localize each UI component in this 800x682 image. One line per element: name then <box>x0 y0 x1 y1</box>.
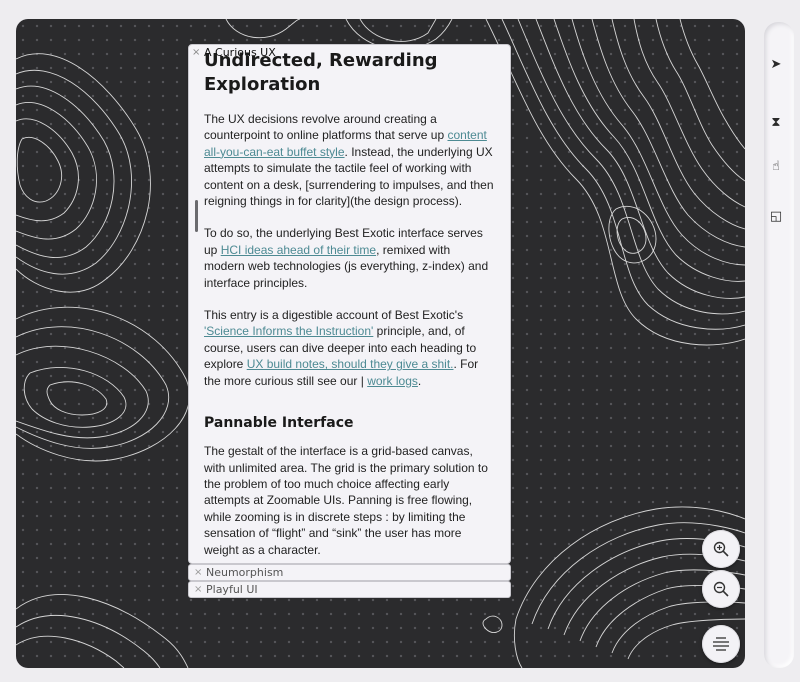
panel-tab[interactable]: × A Curious UX <box>189 45 276 61</box>
panel-body: Undirected, Rewarding Exploration The UX… <box>204 45 504 563</box>
tab-label: Playful UI <box>206 583 258 596</box>
text-bar: | <box>360 373 364 388</box>
link-science-informs[interactable]: 'Science Informs the Instruction' <box>204 324 373 338</box>
tab-label: Neumorphism <box>206 566 284 579</box>
link-hci-ideas[interactable]: HCI ideas ahead of their time <box>221 243 376 257</box>
paragraph-3: This entry is a digestible account of Be… <box>204 307 494 389</box>
tab-playful-ui[interactable]: × Playful UI <box>188 581 511 598</box>
paragraph-4: The gestalt of the interface is a grid-b… <box>204 444 488 557</box>
cursor-icon[interactable]: ➤ <box>764 52 788 76</box>
text: . <box>417 373 422 388</box>
link-work-logs[interactable]: work logs <box>367 374 418 388</box>
menu-button[interactable] <box>702 625 740 663</box>
hand-icon[interactable]: ☝ <box>764 154 788 178</box>
scrollbar[interactable] <box>195 200 198 232</box>
article-content: Undirected, Rewarding Exploration The UX… <box>204 49 504 563</box>
close-icon[interactable]: × <box>194 565 202 580</box>
link-ux-build-notes[interactable]: UX build notes, should they give a shit. <box>247 357 454 371</box>
zoom-in-button[interactable] <box>702 530 740 568</box>
article-panel[interactable]: × A Curious UX Undirected, Rewarding Exp… <box>188 44 511 564</box>
close-icon[interactable]: × <box>192 45 200 61</box>
zoom-in-icon <box>713 541 729 557</box>
panel-tab-title: A Curious UX <box>204 46 276 59</box>
hourglass-icon[interactable]: ⧗ <box>764 110 788 134</box>
text: The UX decisions revolve around creating… <box>204 112 448 143</box>
paragraph-1: The UX decisions revolve around creating… <box>204 111 494 209</box>
menu-icon <box>713 637 729 651</box>
text: This entry is a digestible account of Be… <box>204 308 464 323</box>
zoom-out-icon <box>713 581 729 597</box>
section-heading: Pannable Interface <box>204 415 354 432</box>
zoom-out-button[interactable] <box>702 570 740 608</box>
tab-neumorphism[interactable]: × Neumorphism <box>188 564 511 581</box>
paragraph-2: To do so, the underlying Best Exotic int… <box>204 225 494 291</box>
close-icon[interactable]: × <box>194 582 202 597</box>
panel-icon[interactable]: ◱ <box>764 204 788 228</box>
